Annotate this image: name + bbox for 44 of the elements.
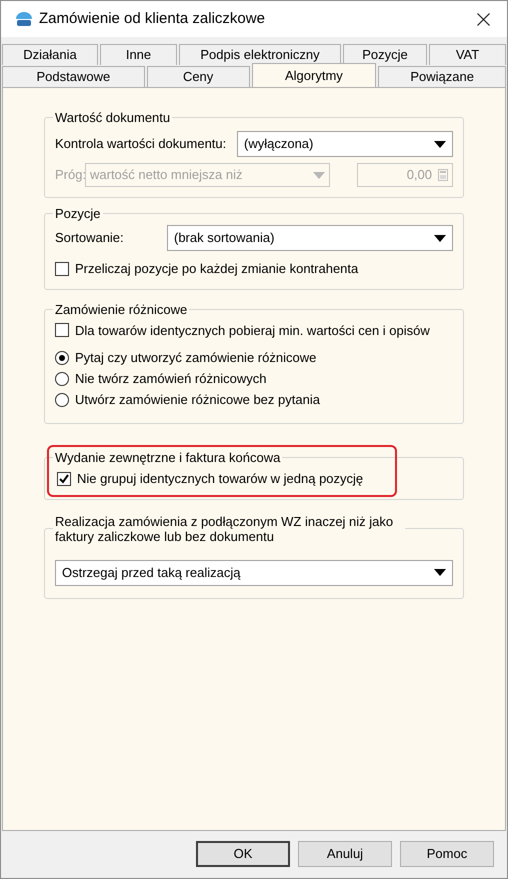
checkbox[interactable]: [57, 472, 71, 486]
group-title: Wydanie zewnętrzne i faktura końcowa: [54, 450, 282, 465]
tab[interactable]: Podstawowe: [2, 66, 145, 87]
radio-label: Utwórz zamówienie różnicowe bez pytania: [75, 390, 320, 409]
radio-button[interactable]: [55, 372, 69, 386]
group-title: Realizacja zamówienia z podłączonym WZ inaczej niż jako faktury zaliczkowe lub bez dokumentu: [54, 514, 394, 544]
radio-button[interactable]: [55, 392, 69, 406]
checkbox[interactable]: [55, 323, 69, 338]
dialog-button[interactable]: Pomoc: [400, 841, 494, 867]
dropdown[interactable]: (wyłączona): [237, 131, 453, 157]
window-title: Zamówienie od klienta zaliczkowe: [39, 8, 265, 29]
radio-label: Nie twórz zamówień różnicowych: [75, 370, 266, 388]
field-label: Sortowanie:: [55, 229, 125, 248]
app-logo-icon: [15, 11, 33, 27]
dialog-button[interactable]: OK: [196, 841, 290, 867]
radio-button[interactable]: [55, 350, 69, 364]
checkbox-label: Dla towarów identycznych pobieraj min. wartości cen i opisów: [75, 322, 430, 340]
radio-label: Pytaj czy utworzyć zamówienie różnicowe: [75, 348, 316, 367]
calculator-icon: [438, 169, 448, 181]
tab[interactable]: Ceny: [146, 66, 250, 87]
dropdown-caret-icon: [434, 569, 446, 576]
tab[interactable]: Działania: [2, 44, 98, 65]
tab[interactable]: VAT: [429, 44, 506, 65]
field-label: Próg:: [55, 166, 85, 184]
dropdown-caret-icon: [434, 234, 446, 242]
tab[interactable]: Algorytmy: [252, 63, 376, 87]
dialog-button[interactable]: Anuluj: [298, 841, 392, 867]
group-title: Pozycje: [54, 206, 102, 221]
dropdown-caret-icon: [434, 140, 446, 148]
tab[interactable]: Pozycje: [343, 44, 427, 65]
checkbox-label: Nie grupuj identycznych towarów w jedną pozycję: [77, 470, 364, 488]
group-title: Zamówienie różnicowe: [54, 302, 188, 316]
tab[interactable]: Podpis elektroniczny: [179, 44, 341, 65]
checkbox[interactable]: [55, 262, 69, 276]
check-icon: [59, 474, 69, 484]
close-icon: [476, 12, 490, 26]
field-label: Kontrola wartości dokumentu:: [55, 135, 228, 154]
group-title: Wartość dokumentu: [54, 110, 172, 125]
dropdown[interactable]: (brak sortowania): [167, 225, 453, 251]
tab[interactable]: Inne: [100, 44, 177, 65]
checkbox-label: Przeliczaj pozycje po każdej zmianie kontrahenta: [75, 260, 358, 278]
dropdown[interactable]: Ostrzegaj przed taką realizacją: [55, 560, 453, 586]
tab[interactable]: Powiązane: [378, 66, 506, 87]
dropdown-caret-icon: [313, 172, 325, 178]
